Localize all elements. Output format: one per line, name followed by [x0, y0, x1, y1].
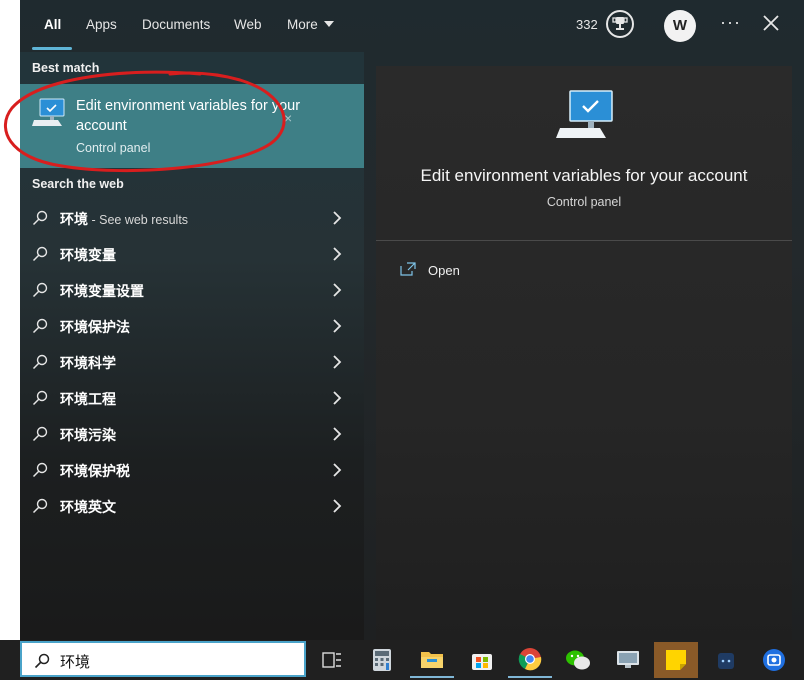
active-tab-indicator — [32, 47, 72, 50]
search-icon — [32, 462, 48, 478]
chevron-right-icon[interactable] — [332, 499, 342, 513]
chevron-right-icon[interactable] — [332, 391, 342, 405]
web-result-text: 环境 - See web results — [60, 209, 188, 229]
chevron-right-icon[interactable] — [332, 319, 342, 333]
account-avatar[interactable]: W — [664, 10, 696, 42]
tab-apps[interactable]: Apps — [86, 17, 117, 32]
web-result-query: 环境保护税 — [60, 463, 130, 479]
taskbar-search-box[interactable]: 环境 — [20, 641, 306, 677]
tab-all[interactable]: All — [44, 17, 61, 32]
search-web-label: Search the web — [32, 177, 124, 191]
tab-more[interactable]: More — [287, 17, 334, 32]
more-options-icon[interactable]: ··· — [720, 12, 741, 33]
web-result-text: 环境保护税 — [60, 461, 130, 481]
web-result-query: 环境变量设置 — [60, 283, 144, 299]
file-explorer-icon[interactable] — [410, 642, 454, 678]
preview-pane — [376, 66, 792, 640]
divider — [376, 240, 792, 241]
tab-documents[interactable]: Documents — [142, 17, 210, 32]
web-result-text: 环境科学 — [60, 353, 116, 373]
search-icon — [32, 354, 48, 370]
web-result-query: 环境保护法 — [60, 319, 130, 335]
web-result-text: 环境保护法 — [60, 317, 130, 337]
chevron-down-icon — [323, 21, 334, 27]
web-result-hint: - See web results — [88, 213, 189, 227]
open-action[interactable]: Open — [398, 260, 518, 282]
web-result-row[interactable]: 环境污染 — [20, 416, 364, 452]
computer-large-icon — [556, 90, 613, 138]
search-icon — [32, 318, 48, 334]
chevron-right-icon[interactable] — [332, 427, 342, 441]
web-result-row[interactable]: 环境 - See web results — [20, 200, 364, 236]
web-result-query: 环境变量 — [60, 247, 116, 263]
search-icon — [32, 390, 48, 406]
web-result-text: 环境工程 — [60, 389, 116, 409]
search-icon — [32, 210, 48, 226]
chevron-right-icon[interactable] — [332, 211, 342, 225]
search-icon — [32, 498, 48, 514]
search-icon — [34, 653, 50, 669]
search-icon — [32, 282, 48, 298]
chevron-right-icon[interactable] — [332, 463, 342, 477]
web-result-query: 环境 — [60, 211, 88, 227]
rewards-trophy-icon[interactable] — [606, 10, 634, 38]
close-icon[interactable] — [762, 14, 780, 32]
web-result-row[interactable]: 环境保护税 — [20, 452, 364, 488]
web-result-query: 环境英文 — [60, 499, 116, 515]
game-icon[interactable] — [704, 642, 748, 678]
web-result-row[interactable]: 环境变量设置 — [20, 272, 364, 308]
sticky-notes-icon[interactable] — [654, 642, 698, 678]
web-result-query: 环境污染 — [60, 427, 116, 443]
search-icon — [32, 246, 48, 262]
microsoft-store-icon[interactable] — [460, 642, 504, 678]
wechat-icon[interactable] — [556, 642, 600, 678]
search-icon — [32, 426, 48, 442]
web-result-text: 环境变量设置 — [60, 281, 144, 301]
web-result-text: 环境变量 — [60, 245, 116, 265]
web-result-query: 环境科学 — [60, 355, 116, 371]
web-result-row[interactable]: 环境变量 — [20, 236, 364, 272]
tab-web[interactable]: Web — [234, 17, 262, 32]
web-result-query: 环境工程 — [60, 391, 116, 407]
remote-desktop-icon[interactable] — [606, 642, 650, 678]
web-result-text: 环境污染 — [60, 425, 116, 445]
web-result-text: 环境英文 — [60, 497, 116, 517]
chevron-right-icon[interactable] — [332, 283, 342, 297]
open-icon — [400, 262, 416, 276]
app-icon[interactable] — [752, 642, 796, 678]
chrome-icon[interactable] — [508, 642, 552, 678]
chevron-right-icon[interactable] — [332, 247, 342, 261]
web-result-row[interactable]: 环境科学 — [20, 344, 364, 380]
web-result-row[interactable]: 环境英文 — [20, 488, 364, 524]
preview-title: Edit environment variables for your acco… — [420, 166, 748, 185]
rewards-points: 332 — [576, 17, 598, 32]
web-result-row[interactable]: 环境工程 — [20, 380, 364, 416]
search-query: 环境 — [60, 654, 91, 671]
web-result-row[interactable]: 环境保护法 — [20, 308, 364, 344]
tab-more-label: More — [287, 17, 318, 32]
open-label: Open — [428, 263, 460, 278]
task-view-icon[interactable] — [310, 642, 354, 678]
calculator-icon[interactable] — [360, 642, 404, 678]
preview-subtitle: Control panel — [546, 195, 622, 209]
chevron-right-icon[interactable] — [332, 355, 342, 369]
annotation-circle — [3, 70, 286, 173]
